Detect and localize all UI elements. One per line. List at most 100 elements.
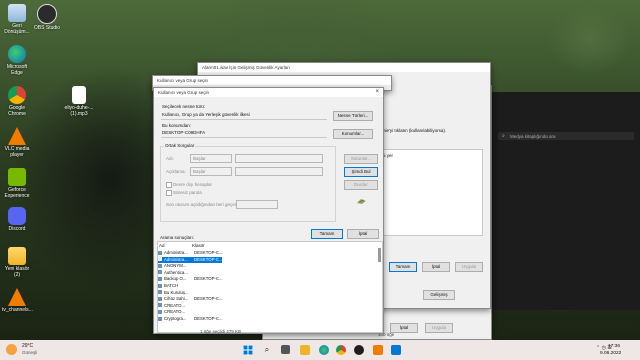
group-icon bbox=[158, 316, 162, 321]
desktop-icon-label: Discord bbox=[8, 226, 26, 232]
row-folder: DESKTOP-C... bbox=[194, 276, 223, 282]
security-ok-button[interactable]: Tamam bbox=[389, 262, 417, 272]
properties-cancel-button[interactable]: İptal bbox=[390, 323, 418, 333]
weather-desc[interactable]: Güneşli bbox=[22, 350, 37, 355]
table-row[interactable]: Administra... DESKTOP-C... bbox=[158, 250, 378, 257]
security-cancel-button[interactable]: İptal bbox=[422, 262, 450, 272]
clock-date[interactable]: 9.06.2022 bbox=[600, 351, 621, 356]
edge-icon[interactable] bbox=[319, 345, 329, 355]
table-row[interactable]: Cihaz Sahi... DESKTOP-C... bbox=[158, 296, 378, 303]
desktop-icon-tv-channels[interactable]: tv_channels... bbox=[2, 288, 33, 314]
table-row[interactable]: CREATO... bbox=[158, 309, 378, 316]
no-expire-password-label: Süresiz parola bbox=[173, 190, 202, 195]
desktop-icon-label: tv_channels... bbox=[2, 307, 33, 313]
vlc-icon[interactable] bbox=[373, 345, 383, 355]
name-mode-select[interactable]: Başlar bbox=[190, 154, 232, 163]
close-icon[interactable]: × bbox=[375, 88, 379, 97]
store-icon[interactable] bbox=[391, 345, 401, 355]
table-row[interactable]: BATCH bbox=[158, 283, 378, 290]
desktop-icon-folder[interactable]: Yeni klasör (2) bbox=[2, 247, 32, 278]
media-search-box[interactable]: ⌕ Medya kitaplığında ara bbox=[498, 132, 634, 140]
group-icon bbox=[158, 270, 162, 275]
table-row[interactable]: Authentica... bbox=[158, 270, 378, 277]
columns-button[interactable]: Sütunlar... bbox=[344, 154, 378, 164]
desktop-icon-discord[interactable]: Discord bbox=[2, 207, 32, 233]
disabled-accounts-checkbox[interactable] bbox=[166, 182, 172, 188]
table-row[interactable]: CREATO... bbox=[158, 303, 378, 310]
dialog-ok-button[interactable]: Tamam bbox=[311, 229, 343, 239]
row-name: Administra... bbox=[164, 250, 188, 255]
desktop-icon-label: Yeni klasör (2) bbox=[4, 266, 30, 278]
media-player-panel: ⌕ Medya kitaplığında ara bbox=[490, 92, 640, 310]
desktop-icon-mp3[interactable]: eliyo-duhe-...(1).mp3 bbox=[62, 86, 96, 117]
results-scrollbar[interactable] bbox=[378, 248, 381, 262]
row-name: Authentica... bbox=[164, 269, 188, 275]
description-mode-select[interactable]: Başlar bbox=[190, 167, 232, 176]
stop-button[interactable]: Durdur bbox=[344, 180, 378, 190]
status-selection: 1 öğe seçildi 479 KB bbox=[200, 329, 242, 334]
row-name: ANONYM... bbox=[164, 263, 187, 269]
table-row[interactable]: Bu Kuruluş... bbox=[158, 290, 378, 297]
row-name: Bu Kuruluş... bbox=[164, 289, 189, 295]
desktop-icon-geforce[interactable]: Geforce Experience bbox=[2, 168, 32, 199]
row-name: Backup O... bbox=[164, 276, 187, 282]
table-row[interactable]: ANONYM... bbox=[158, 263, 378, 270]
row-folder: DESKTOP-C... bbox=[194, 316, 223, 321]
geforce-icon bbox=[8, 168, 26, 186]
dialog-titlebar: Kullanıcı veya Grup seçin × bbox=[154, 88, 383, 97]
user-icon bbox=[158, 257, 162, 262]
security-apply-button[interactable]: Uygula bbox=[455, 262, 483, 272]
permission-entries-list[interactable]: ndiği yer bbox=[373, 149, 483, 236]
name-input[interactable] bbox=[235, 154, 323, 163]
desktop-icon-obs[interactable]: OBS Studio bbox=[32, 4, 62, 32]
location-label: Bu konumdan: bbox=[162, 123, 192, 128]
mp3-file-icon bbox=[72, 86, 86, 104]
description-input[interactable] bbox=[235, 167, 323, 176]
table-row[interactable]: Backup O... DESKTOP-C... bbox=[158, 276, 378, 283]
locations-button[interactable]: Konumlar... bbox=[333, 129, 373, 139]
clock-time[interactable]: 17:36 bbox=[608, 344, 620, 349]
desktop-icon-chrome[interactable]: Google Chrome bbox=[2, 86, 32, 117]
chrome-icon[interactable] bbox=[336, 345, 346, 355]
taskbar: 29°C Güneşli ⌕ ⌃ ◷ ☰ 17:36 9.06.2022 bbox=[0, 340, 640, 360]
search-icon[interactable]: ⌕ bbox=[262, 345, 272, 355]
windows-start-icon[interactable] bbox=[243, 345, 253, 355]
weather-temp[interactable]: 29°C bbox=[22, 343, 33, 349]
desktop-icon-recycle-bin[interactable]: Geri Dönüşüm... bbox=[2, 4, 32, 35]
row-name: CREATO... bbox=[164, 309, 186, 315]
desktop-icon-label: Geri Dönüşüm... bbox=[4, 23, 30, 35]
name-mode-value: Başlar bbox=[193, 156, 206, 161]
folder-icon bbox=[8, 247, 26, 265]
advanced-button[interactable]: Gelişmiş bbox=[423, 290, 455, 300]
user-icon bbox=[158, 250, 162, 255]
dialog-cancel-button[interactable]: İptal bbox=[347, 229, 379, 239]
find-now-button[interactable]: Şimdi Bul bbox=[344, 167, 378, 177]
chrome-icon bbox=[8, 86, 26, 104]
desktop-icon-edge[interactable]: Microsoft Edge bbox=[2, 45, 32, 76]
group-icon bbox=[158, 263, 162, 268]
table-row[interactable]: Cryptogra... DESKTOP-C... bbox=[158, 316, 378, 323]
no-expire-password-checkbox[interactable] bbox=[166, 190, 172, 196]
user-icon bbox=[158, 296, 162, 301]
row-name: Cihaz Sahi... bbox=[164, 296, 189, 302]
task-view-icon[interactable] bbox=[281, 345, 290, 354]
properties-apply-button[interactable]: Uygula bbox=[425, 323, 453, 333]
table-row-selected[interactable]: Administra... DESKTOP-C... bbox=[158, 256, 223, 264]
desktop-icon-label: Microsoft Edge bbox=[6, 64, 28, 76]
folder-icon[interactable] bbox=[300, 345, 310, 355]
column-header-name[interactable]: Ad bbox=[159, 243, 165, 248]
divider bbox=[161, 137, 327, 138]
desktop-icon-vlc[interactable]: VLC media player bbox=[2, 127, 32, 158]
desktop-icon-label: Google Chrome bbox=[8, 105, 26, 117]
obs-icon[interactable] bbox=[354, 345, 364, 355]
row-name: CREATO... bbox=[164, 302, 186, 308]
description-label: Açıklama: bbox=[166, 169, 186, 174]
window-title: Alarm01.wav İçin Gelişmiş Güvenlik Ayarl… bbox=[202, 65, 290, 70]
desktop-icon-label: VLC media player bbox=[4, 146, 30, 158]
days-since-login-select[interactable] bbox=[236, 200, 278, 209]
column-header-folder[interactable]: Klasör bbox=[192, 243, 205, 248]
object-types-button[interactable]: Nesne Türleri... bbox=[333, 111, 373, 121]
disabled-accounts-label: Devre dışı hesaplar bbox=[173, 182, 213, 187]
desktop-icon-label: eliyo-duhe-...(1).mp3 bbox=[64, 105, 94, 117]
group-icon bbox=[158, 290, 162, 295]
